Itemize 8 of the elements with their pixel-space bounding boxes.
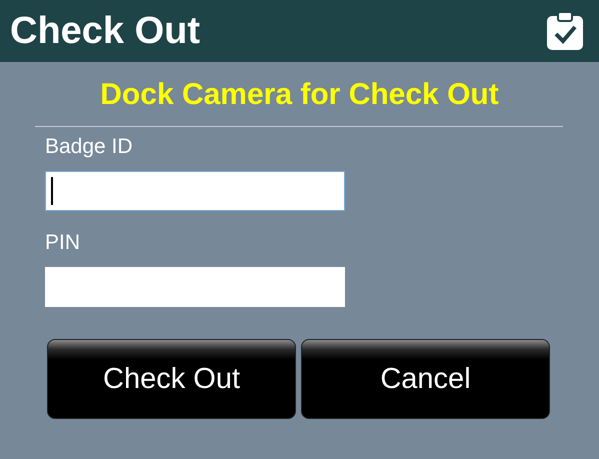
input-field[interactable] bbox=[45, 171, 345, 211]
heading: Dock Camera for Check Out bbox=[99, 78, 500, 112]
clipboard-check-icon[interactable] bbox=[545, 11, 585, 51]
action-button[interactable]: Check Out bbox=[47, 339, 296, 419]
field-label: Badge ID bbox=[45, 135, 134, 159]
window-title: Check Out bbox=[10, 10, 200, 52]
action-button[interactable]: Cancel bbox=[301, 339, 550, 419]
field-label: PIN bbox=[45, 231, 82, 255]
